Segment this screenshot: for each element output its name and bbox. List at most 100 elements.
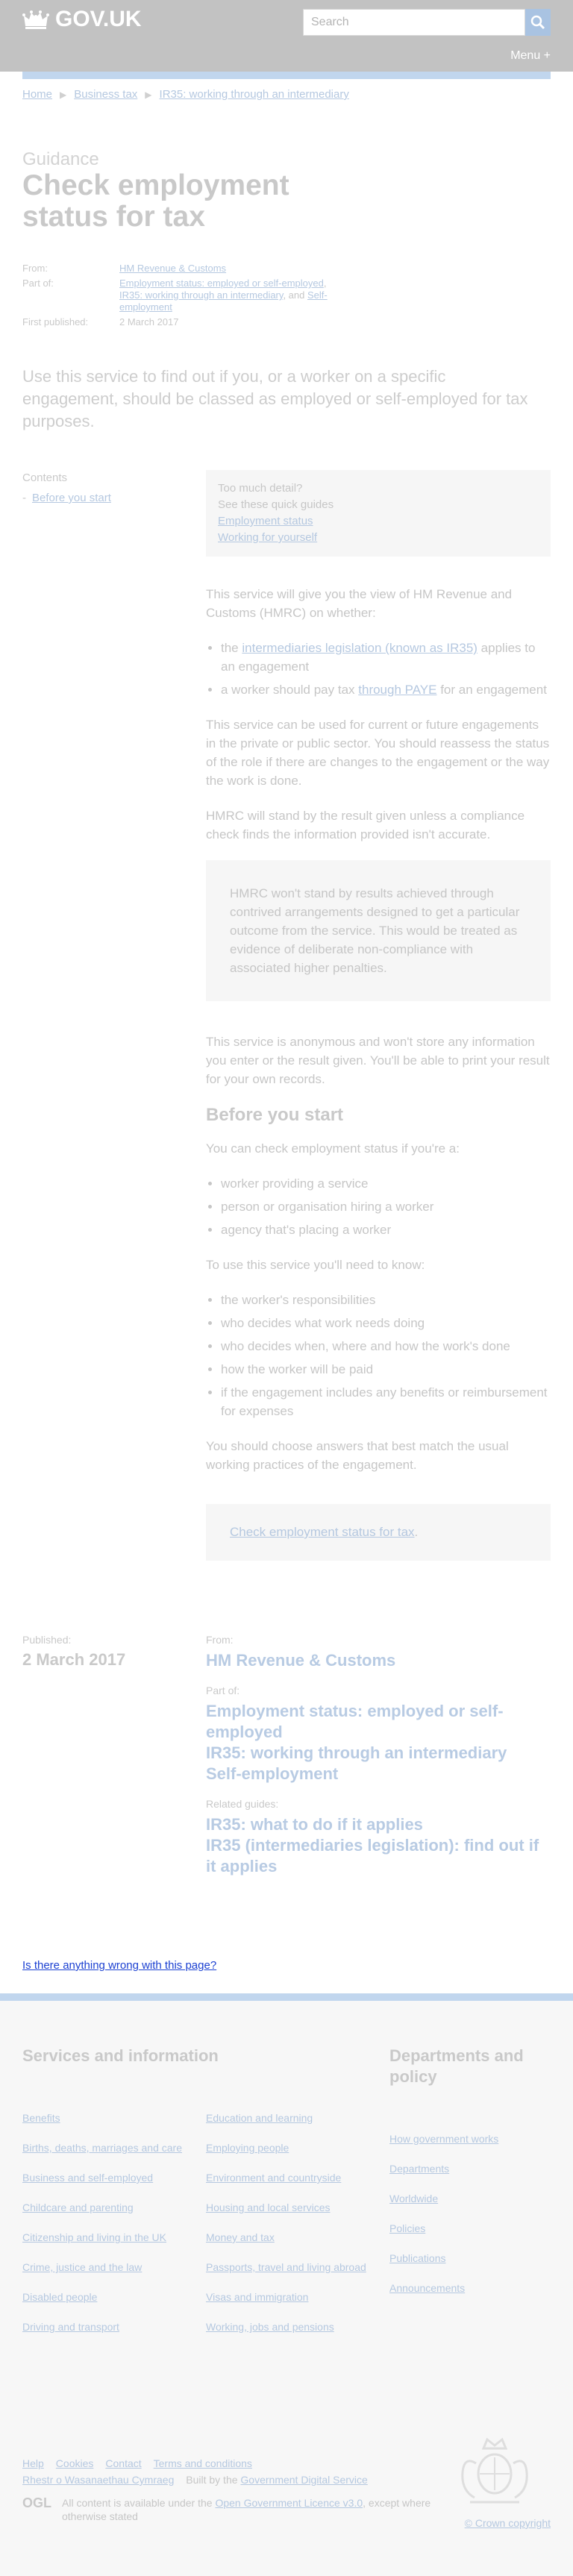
crown-copyright-link[interactable]: © Crown copyright: [465, 2517, 551, 2529]
footer-link-education[interactable]: Education and learning: [206, 2111, 370, 2125]
footer-link-working[interactable]: Working, jobs and pensions: [206, 2320, 370, 2334]
callout-text: HMRC won't stand by results achieved thr…: [230, 886, 520, 975]
list-item: a worker should pay tax through PAYE for…: [221, 680, 551, 699]
related-part-of-ir35[interactable]: IR35: working through an intermediary: [206, 1743, 551, 1764]
footer-link-how-government-works[interactable]: How government works: [389, 2132, 509, 2146]
meta-part-of-row: Part of: Employment status: employed or …: [22, 278, 328, 313]
meta-from-link[interactable]: HM Revenue & Customs: [119, 263, 226, 274]
bullet-text: the: [221, 641, 242, 655]
footer-link-driving[interactable]: Driving and transport: [22, 2320, 194, 2334]
list-item: the worker's responsibilities: [221, 1291, 551, 1309]
breadcrumb-business-tax[interactable]: Business tax: [74, 88, 137, 101]
report-problem-link[interactable]: Is there anything wrong with this page?: [22, 1959, 216, 1972]
footer-link-departments[interactable]: Departments: [389, 2162, 509, 2175]
quick-guide-employment-status[interactable]: Employment status: [218, 513, 539, 530]
services-heading: Services and information: [22, 2046, 219, 2065]
search-input[interactable]: Search: [303, 9, 525, 36]
published-date: 2 March 2017: [22, 1650, 126, 1669]
footer-link-welsh[interactable]: Rhestr o Wasanaethau Cymraeg: [22, 2474, 174, 2486]
reassess-paragraph: This service can be used for current or …: [206, 718, 550, 788]
footer-link-crime[interactable]: Crime, justice and the law: [22, 2260, 194, 2274]
footer-link-money[interactable]: Money and tax: [206, 2231, 370, 2244]
ogl-link[interactable]: Open Government Licence v3.0: [215, 2497, 363, 2509]
licence-prefix: All content is available under the: [62, 2497, 216, 2509]
list-item: agency that's placing a worker: [221, 1220, 551, 1239]
page-title: Check employment status for tax: [22, 169, 289, 233]
related-part-of-employment-status[interactable]: Employment status: employed or self-empl…: [206, 1701, 551, 1743]
govuk-logo-link[interactable]: GOV.UK: [22, 6, 142, 33]
cta-dot: .: [414, 1525, 419, 1539]
list-item: person or organisation hiring a worker: [221, 1197, 551, 1216]
bullet-text: for an engagement: [436, 683, 547, 697]
meta-from-row: From: HM Revenue & Customs: [22, 263, 381, 275]
contents-heading: Contents: [22, 471, 68, 484]
quick-guide-working-for-yourself[interactable]: Working for yourself: [218, 530, 539, 546]
breadcrumb: Home ▶ Business tax ▶ IR35: working thro…: [22, 88, 349, 101]
footer-link-policies[interactable]: Policies: [389, 2222, 509, 2235]
footer-link-terms[interactable]: Terms and conditions: [154, 2457, 252, 2469]
footer-link-help[interactable]: Help: [22, 2457, 44, 2469]
related-part-of-self-employment[interactable]: Self-employment: [206, 1764, 551, 1784]
search-icon: [530, 15, 545, 30]
contents-link-before-you-start[interactable]: Before you start: [32, 492, 111, 504]
meta-part-of-link-employment-status[interactable]: Employment status: employed or self-empl…: [119, 278, 324, 289]
footer-link-passports[interactable]: Passports, travel and living abroad: [206, 2260, 370, 2274]
footer-support-links-2: Rhestr o Wasanaethau Cymraeg Built by th…: [22, 2474, 368, 2486]
breadcrumb-ir35[interactable]: IR35: working through an intermediary: [160, 88, 349, 101]
footer-link-business[interactable]: Business and self-employed: [22, 2171, 194, 2184]
footer-link-housing[interactable]: Housing and local services: [206, 2201, 370, 2214]
related-guide-ir35-what-to-do[interactable]: IR35: what to do if it applies: [206, 1814, 551, 1835]
breadcrumb-home[interactable]: Home: [22, 88, 52, 101]
lead-paragraph: Use this service to find out if you, or …: [22, 367, 528, 430]
related-from-label: From:: [206, 1634, 234, 1646]
site-header: GOV.UK Search Menu +: [0, 0, 573, 72]
footer-link-citizenship[interactable]: Citizenship and living in the UK: [22, 2231, 194, 2244]
meta-part-of-link-ir35[interactable]: IR35: working through an intermediary: [119, 289, 283, 301]
list-item: who decides when, where and how the work…: [221, 1337, 551, 1356]
related-guides-label: Related guides:: [206, 1798, 279, 1810]
footer-link-publications[interactable]: Publications: [389, 2251, 509, 2265]
list-item: the intermediaries legislation (known as…: [221, 639, 551, 676]
footer-link-worldwide[interactable]: Worldwide: [389, 2192, 509, 2205]
footer-link-announcements[interactable]: Announcements: [389, 2281, 509, 2295]
footer-link-environment[interactable]: Environment and countryside: [206, 2171, 370, 2184]
footer-rule: [0, 1993, 573, 2001]
intro-paragraph: This service will give you the view of H…: [206, 587, 513, 620]
services-col1: Benefits Births, deaths, marriages and c…: [22, 2111, 194, 2350]
related-guide-ir35-find-out[interactable]: IR35 (intermediaries legislation): find …: [206, 1835, 551, 1877]
intermediaries-legislation-link[interactable]: intermediaries legislation (known as IR3…: [242, 641, 478, 655]
footer-link-visas[interactable]: Visas and immigration: [206, 2290, 370, 2304]
meta-published-label: First published:: [22, 316, 89, 328]
related-part-of: Part of: Employment status: employed or …: [206, 1685, 551, 1784]
check-list: worker providing a service person or org…: [206, 1174, 551, 1239]
contents-item: - Before you start: [22, 492, 111, 504]
quick-guides-line1: Too much detail?: [218, 482, 303, 495]
through-paye-link[interactable]: through PAYE: [358, 683, 436, 697]
warning-callout: HMRC won't stand by results achieved thr…: [206, 860, 551, 1001]
footer-link-employing[interactable]: Employing people: [206, 2141, 370, 2154]
related-from-link[interactable]: HM Revenue & Customs: [206, 1650, 551, 1671]
services-col2: Education and learning Employing people …: [206, 2111, 370, 2350]
service-bullets: the intermediaries legislation (known as…: [206, 639, 551, 699]
ogl-logo-icon: OGL: [22, 2495, 51, 2510]
footer-link-births[interactable]: Births, deaths, marriages and care: [22, 2141, 194, 2154]
bullet-text: a worker should pay tax: [221, 683, 359, 697]
search-button[interactable]: [525, 9, 551, 36]
footer-link-childcare[interactable]: Childcare and parenting: [22, 2201, 194, 2214]
menu-button[interactable]: Menu +: [510, 49, 551, 63]
footer-link-benefits[interactable]: Benefits: [22, 2111, 194, 2125]
footer-link-contact[interactable]: Contact: [105, 2457, 141, 2469]
check-employment-status-link[interactable]: Check employment status for tax: [230, 1525, 415, 1539]
related-from: From: HM Revenue & Customs: [206, 1634, 551, 1671]
crown-icon: [22, 10, 49, 29]
footer-link-cookies[interactable]: Cookies: [56, 2457, 94, 2469]
footer-link-gds[interactable]: Government Digital Service: [240, 2474, 367, 2486]
need-intro: To use this service you'll need to know:: [206, 1258, 425, 1272]
footer-support-links: Help Cookies Contact Terms and condition…: [22, 2457, 252, 2469]
related-guides: Related guides: IR35: what to do if it a…: [206, 1798, 551, 1877]
footer-link-disabled[interactable]: Disabled people: [22, 2290, 194, 2304]
departments-heading: Departments and policy: [389, 2046, 524, 2086]
logo-text: GOV.UK: [55, 7, 142, 31]
contents-nav: Contents - Before you start: [22, 471, 111, 504]
built-by-text: Built by the: [186, 2474, 241, 2486]
